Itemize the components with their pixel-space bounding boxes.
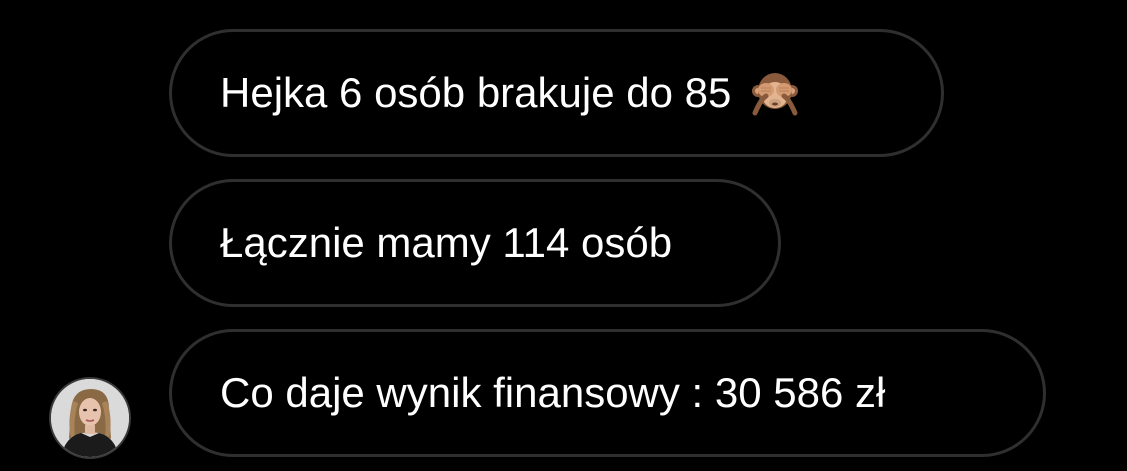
message-bubble[interactable]: Hejka 6 osób brakuje do 85 xyxy=(169,29,944,157)
avatar[interactable] xyxy=(49,377,131,459)
message-bubble[interactable]: Co daje wynik finansowy : 30 586 zł xyxy=(169,329,1046,457)
see-no-evil-monkey-icon xyxy=(751,69,799,117)
message-text: Co daje wynik finansowy : 30 586 zł xyxy=(220,369,886,416)
message-text: Hejka 6 osób brakuje do 85 xyxy=(220,69,732,116)
message-bubble[interactable]: Łącznie mamy 114 osób xyxy=(169,179,781,307)
avatar-photo xyxy=(51,379,129,457)
message-text: Łącznie mamy 114 osób xyxy=(220,219,673,266)
